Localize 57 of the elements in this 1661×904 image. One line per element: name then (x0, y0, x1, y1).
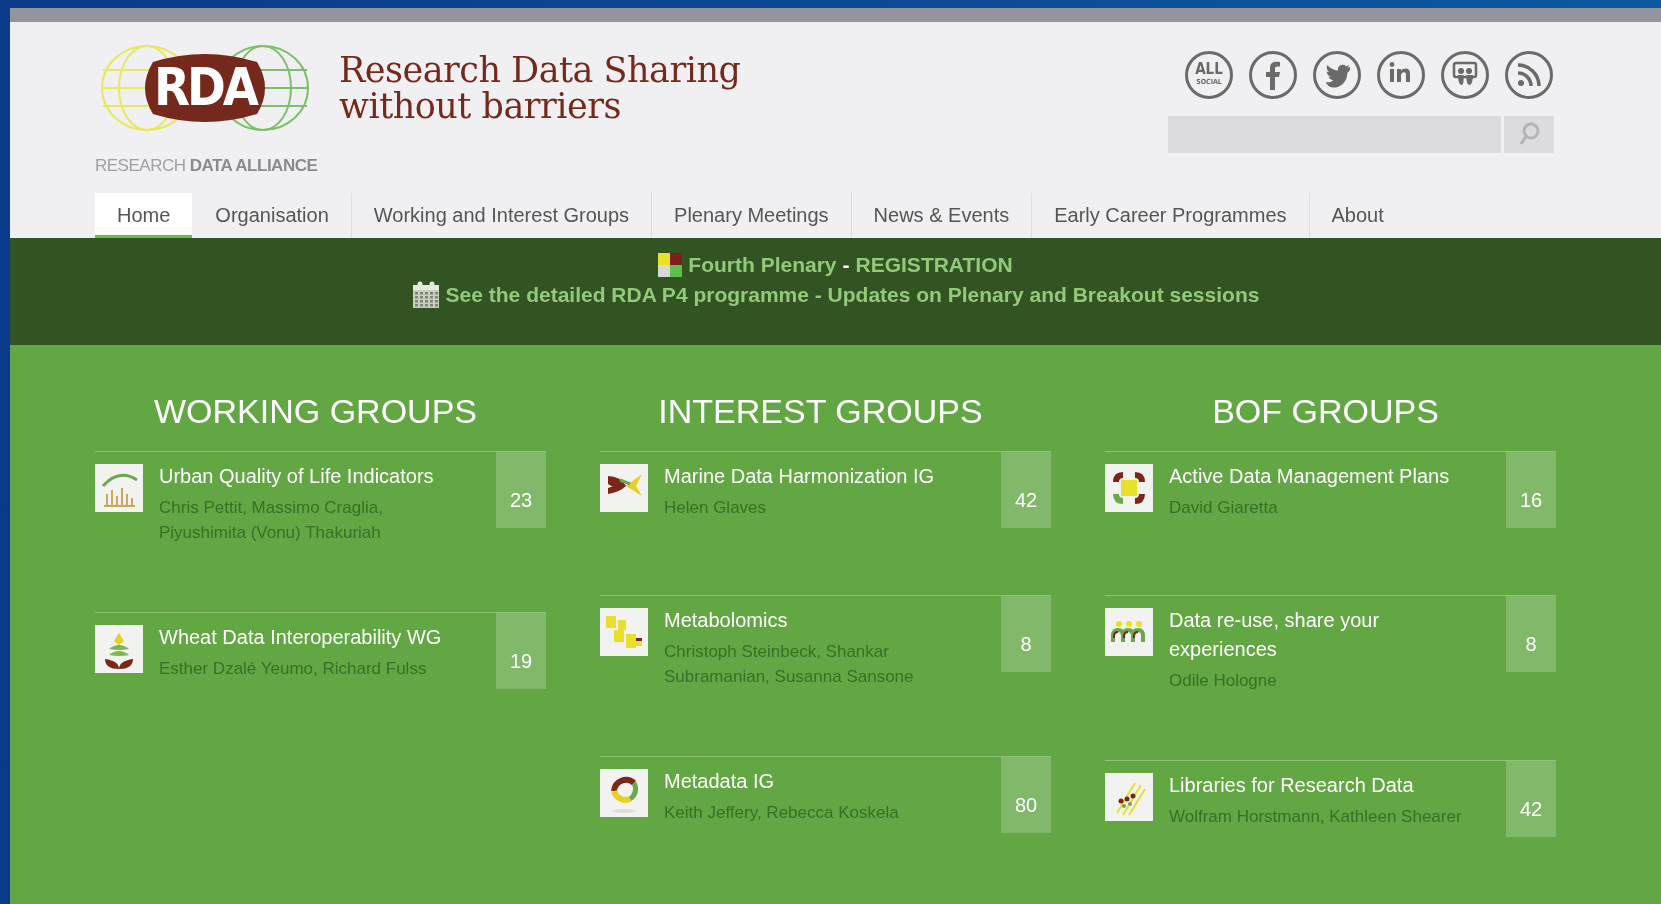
nav-tab[interactable]: Plenary Meetings (652, 193, 852, 238)
nav-tab[interactable]: About (1309, 193, 1406, 238)
linkedin-icon[interactable] (1376, 49, 1426, 100)
group-chairs: Keith Jeffery, Rebecca Koskela (664, 802, 900, 824)
member-count: 16 (1506, 452, 1556, 528)
fish-icon (600, 464, 648, 512)
tagline: Research Data Sharing without barriers (339, 51, 741, 124)
group-chairs: Chris Pettit, Massimo Craglia, Piyushimita (Vonu) Thakuriah (159, 497, 384, 544)
calendar-icon (411, 280, 440, 310)
organisation-name: RESEARCH DATA ALLIANCE (95, 155, 318, 176)
group-chairs: Odile Hologne (1169, 670, 1278, 692)
search-icon (1518, 122, 1540, 147)
ring-icon (600, 769, 648, 817)
group-chairs: Esther Dzalé Yeumo, Richard Fulss (159, 658, 428, 680)
nav-tab[interactable]: Early Career Programmes (1032, 193, 1310, 238)
rss-icon[interactable] (1504, 49, 1554, 100)
section-heading: BOF GROUPS (1211, 391, 1440, 431)
nav-tab[interactable]: Working and Interest Groups (351, 193, 653, 238)
slideshare-icon[interactable] (1440, 49, 1490, 100)
group-link[interactable]: Urban Quality of Life Indicators (159, 462, 470, 491)
member-count: 19 (496, 613, 546, 689)
group-link[interactable]: Active Data Management Plans (1169, 462, 1480, 491)
member-count: 42 (1001, 452, 1051, 528)
facebook-icon[interactable] (1248, 49, 1298, 100)
nav-tab[interactable]: News & Events (851, 193, 1033, 238)
member-count: 42 (1506, 761, 1556, 837)
group-chairs: Wolfram Horstmann, Kathleen Shearer (1169, 806, 1463, 828)
twitter-icon[interactable] (1312, 49, 1362, 100)
group-link[interactable]: Libraries for Research Data (1169, 771, 1480, 800)
jars-icon (600, 608, 648, 656)
group-link[interactable]: Marine Data Harmonization IG (664, 462, 975, 491)
group-link[interactable]: Metadata IG (664, 767, 975, 796)
group-link[interactable]: Data re-use, share your experiences (1169, 606, 1480, 664)
registration-link[interactable]: REGISTRATION (855, 252, 1013, 277)
nav-tab[interactable]: Home (95, 193, 193, 238)
beads-icon (1105, 773, 1153, 821)
group-chairs: David Giaretta (1169, 497, 1279, 519)
plenary-logo-icon (658, 252, 683, 277)
separator-text: - (842, 252, 850, 277)
group-link[interactable]: Wheat Data Interoperability WG (159, 623, 470, 652)
sprout-icon (95, 625, 143, 673)
section-heading: INTEREST GROUPS (657, 391, 984, 431)
nav-tab[interactable]: Organisation (193, 193, 352, 238)
member-count: 80 (1001, 757, 1051, 833)
group-chairs: Christoph Steinbeck, Shankar Subramanian, Susanna Sansone (664, 641, 915, 688)
people-icon (1105, 608, 1153, 656)
group-chairs: Helen Glaves (664, 497, 768, 519)
programme-link[interactable]: See the detailed RDA P4 programme - Updates on Plenary and Breakout sessions (445, 282, 1260, 307)
squares-icon (1105, 464, 1153, 512)
bar-chart-icon (95, 464, 143, 512)
section-heading: WORKING GROUPS (153, 391, 478, 431)
member-count: 8 (1506, 596, 1556, 672)
plenary-link[interactable]: Fourth Plenary (688, 252, 837, 277)
member-count: 8 (1001, 596, 1051, 672)
member-count: 23 (496, 452, 546, 528)
group-link[interactable]: Metabolomics (664, 606, 975, 635)
logo-text: RDA (153, 57, 257, 116)
